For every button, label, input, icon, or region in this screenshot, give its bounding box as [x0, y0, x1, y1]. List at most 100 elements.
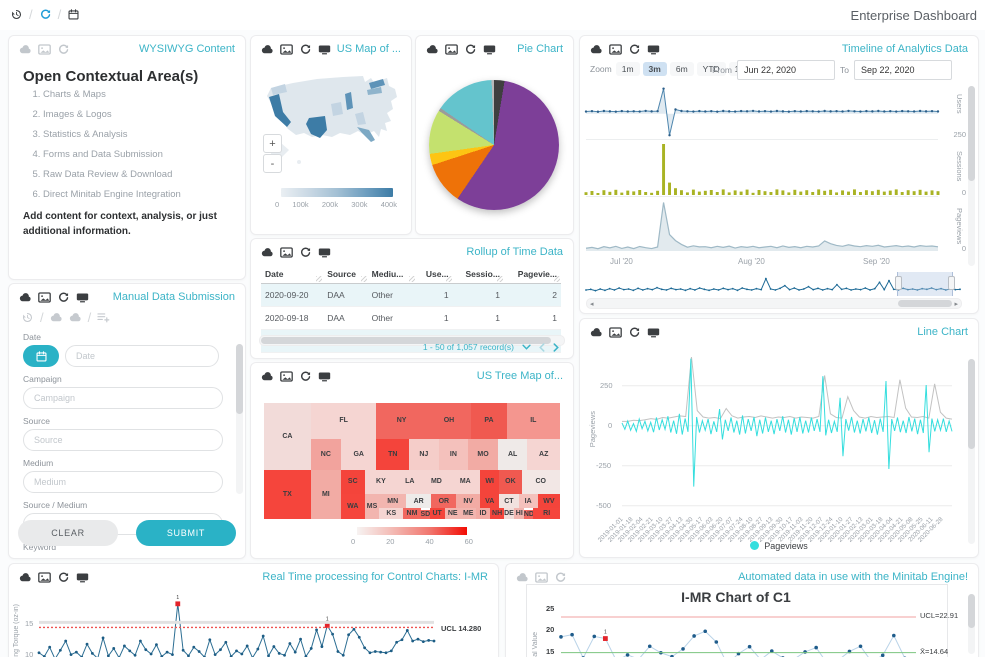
sessions-series-chart[interactable] [586, 142, 938, 195]
treemap-tile-ok[interactable]: OK [499, 470, 521, 494]
imr-chart[interactable]: 1 [561, 602, 916, 657]
treemap-tile-ga[interactable]: GA [341, 439, 377, 470]
scrollbar[interactable] [236, 344, 243, 494]
treemap-tile-wa[interactable]: WA [341, 494, 365, 519]
chevron-left-icon[interactable] [539, 343, 545, 352]
image-icon[interactable] [38, 572, 51, 583]
treemap-tile-wi[interactable]: WI [480, 470, 499, 494]
from-date-input[interactable] [737, 60, 835, 80]
treemap-tile-me[interactable]: ME [461, 508, 476, 519]
cloud-icon[interactable] [19, 572, 32, 583]
source-field[interactable] [23, 429, 223, 451]
image-icon[interactable] [280, 371, 293, 382]
treemap-tile-ar[interactable]: AR [406, 494, 431, 508]
panel-title[interactable]: US Map of ... [337, 43, 401, 55]
image-icon[interactable] [280, 44, 293, 55]
treemap-tile-tx[interactable]: TX [264, 470, 311, 519]
refresh-icon[interactable] [628, 44, 641, 55]
treemap-tile-ri[interactable]: RI [533, 508, 560, 519]
list-plus-icon[interactable] [97, 312, 110, 323]
scrollbar[interactable] [968, 359, 975, 544]
imr-individuals-chart[interactable]: 11 [39, 584, 434, 657]
monitor-icon[interactable] [318, 371, 331, 382]
map-zoom-in-button[interactable]: + [263, 134, 282, 153]
treemap-tile-in[interactable]: IN [439, 439, 469, 470]
column-header[interactable]: Mediu... [368, 265, 416, 284]
navigator-scrollbar[interactable]: ◂ ▸ [586, 298, 962, 309]
panel-title[interactable]: Timeline of Analytics Data [842, 43, 968, 55]
column-header[interactable]: Use... [416, 265, 453, 284]
cloud-upload-icon[interactable] [50, 312, 63, 323]
column-header[interactable]: Date [261, 265, 323, 284]
treemap-tile-or[interactable]: OR [431, 494, 456, 508]
treemap-tile-ny[interactable]: NY [376, 403, 426, 439]
monitor-icon[interactable] [76, 292, 89, 303]
cloud-icon[interactable] [590, 327, 603, 338]
monitor-icon[interactable] [647, 327, 660, 338]
cloud-icon[interactable] [516, 572, 529, 583]
treemap-tile-ks[interactable]: KS [379, 508, 403, 519]
date-field[interactable] [65, 345, 219, 367]
treemap-tile-ct[interactable]: CT [499, 494, 518, 508]
zoom-button-3m[interactable]: 3m [643, 62, 667, 76]
monitor-icon[interactable] [647, 44, 660, 55]
zoom-button-1m[interactable]: 1m [616, 62, 640, 76]
panel-title[interactable]: Rollup of Time Data [466, 246, 563, 258]
treemap-tile-nj[interactable]: NJ [409, 439, 439, 470]
chevron-right-icon[interactable] [553, 343, 559, 352]
treemap-tile-nc[interactable]: NC [311, 439, 341, 470]
scroll-right-arrow[interactable]: ▸ [954, 300, 958, 308]
monitor-icon[interactable] [483, 44, 496, 55]
cloud-icon[interactable] [261, 44, 274, 55]
history-icon[interactable] [21, 312, 34, 323]
cloud-icon[interactable] [590, 44, 603, 55]
treemap-tile-nm[interactable]: NM [403, 508, 421, 519]
treemap-tile-ia[interactable]: IA [519, 494, 538, 508]
image-icon[interactable] [280, 247, 293, 258]
table-row[interactable]: 2020-09-18DAAOther111 [261, 307, 561, 330]
cloud-icon[interactable] [69, 312, 82, 323]
panel-title[interactable]: Line Chart [917, 326, 968, 338]
navigator-selection[interactable] [897, 272, 953, 296]
image-icon[interactable] [535, 572, 548, 583]
treemap-tile-ut[interactable]: UT [430, 508, 445, 519]
cloud-icon[interactable] [19, 292, 32, 303]
zoom-button-6m[interactable]: 6m [670, 62, 694, 76]
treemap-tile-fl[interactable]: FL [311, 403, 377, 439]
cloud-icon[interactable] [19, 44, 32, 55]
refresh-icon[interactable] [57, 292, 70, 303]
monitor-icon[interactable] [318, 247, 331, 258]
treemap-tile-sc[interactable]: SC [341, 470, 365, 494]
treemap-tile-pa[interactable]: PA [471, 403, 507, 439]
refresh-icon[interactable] [554, 572, 567, 583]
treemap-tile-oh[interactable]: OH [427, 403, 471, 439]
scrollbar[interactable] [968, 594, 975, 654]
submit-button[interactable]: SUBMIT [136, 520, 236, 546]
treemap-tile-id[interactable]: ID [476, 508, 491, 519]
panel-title[interactable]: WYSIWYG Content [139, 43, 235, 55]
treemap-tile-va[interactable]: VA [480, 494, 499, 508]
history-icon[interactable] [10, 9, 23, 20]
navigator-handle-right[interactable] [948, 276, 955, 290]
treemap-tile-nh[interactable]: NH [490, 508, 503, 519]
to-date-input[interactable] [854, 60, 952, 80]
calendar-icon[interactable] [67, 9, 80, 20]
campaign-field[interactable] [23, 387, 223, 409]
navigator-handle-left[interactable] [895, 276, 902, 290]
treemap-tile-ky[interactable]: KY [365, 470, 398, 494]
date-picker-button[interactable] [23, 345, 59, 367]
cloud-icon[interactable] [261, 371, 274, 382]
refresh-icon[interactable] [39, 9, 52, 20]
panel-title[interactable]: US Tree Map of... [477, 370, 563, 382]
clear-button[interactable]: CLEAR [18, 520, 118, 546]
refresh-icon[interactable] [464, 44, 477, 55]
refresh-icon[interactable] [628, 327, 641, 338]
medium-field[interactable] [23, 471, 223, 493]
users-series-chart[interactable] [586, 84, 938, 138]
treemap-tile-hi[interactable]: HI [514, 508, 524, 519]
table-row[interactable]: 2020-09-20DAAOther112 [261, 284, 561, 307]
treemap-tile-nv[interactable]: NV [456, 494, 480, 508]
treemap-tile-az[interactable]: AZ [527, 439, 560, 470]
cloud-icon[interactable] [261, 247, 274, 258]
panel-title[interactable]: Automated data in use with the Minitab E… [738, 571, 968, 583]
